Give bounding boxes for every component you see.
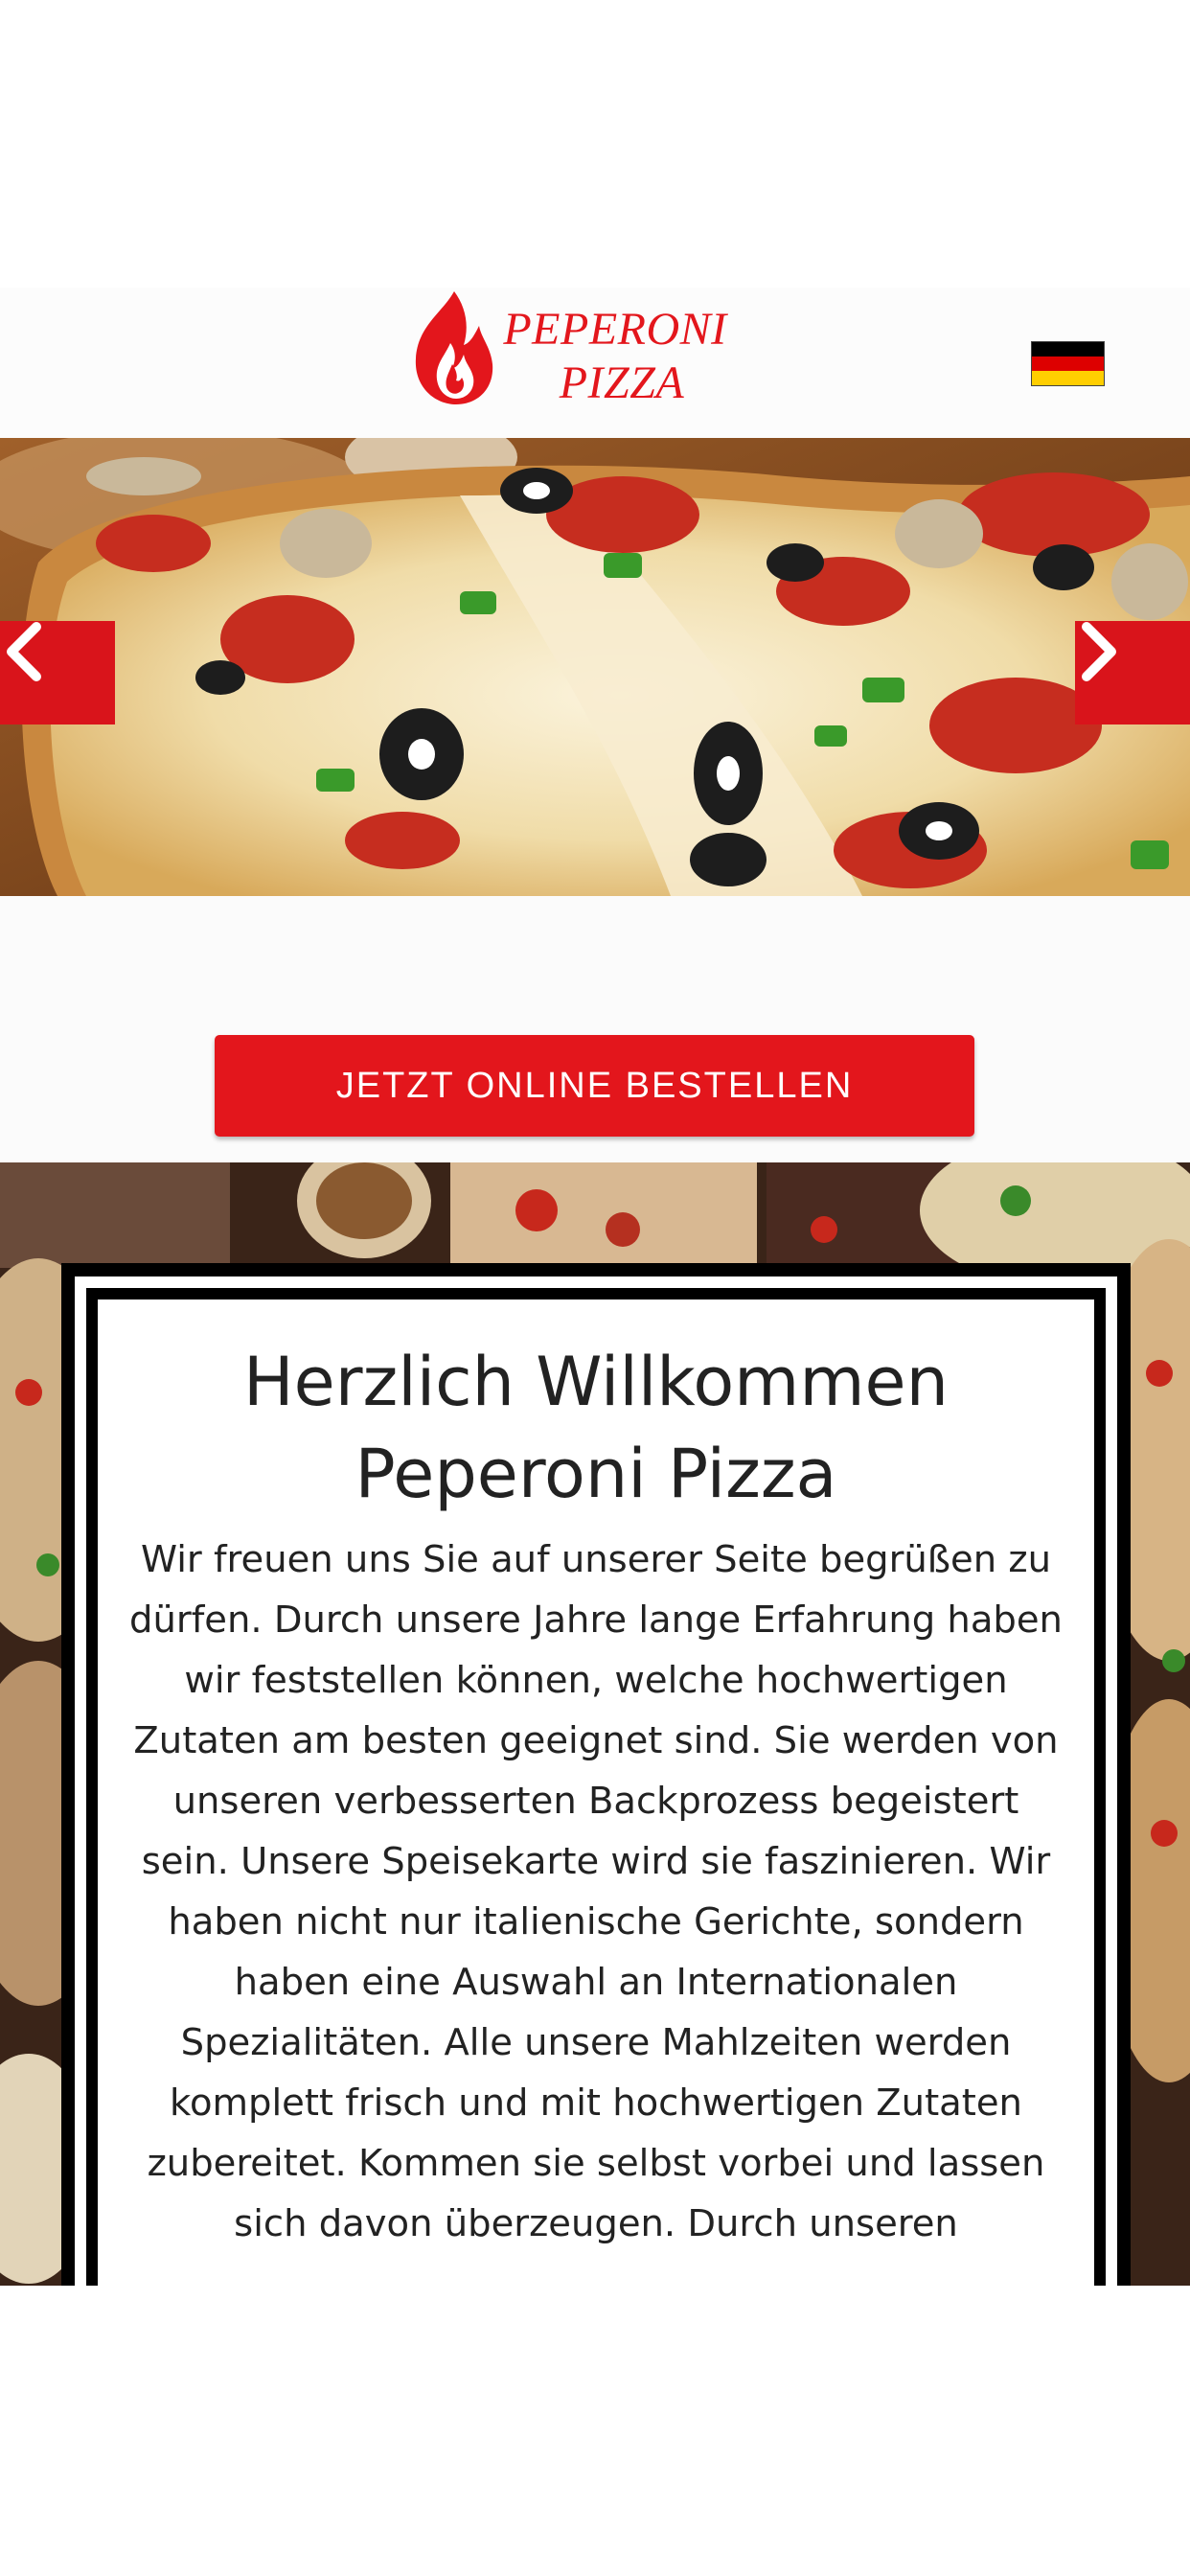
app-screen: PEPERONI PIZZA JETZT ONLINE BESTELLEN He… — [0, 0, 1190, 2576]
germany-flag-icon[interactable] — [1031, 341, 1105, 386]
brand-name: PEPERONI PIZZA — [491, 303, 740, 410]
welcome-title: Herzlich Willkommen Peperoni Pizza — [243, 1343, 949, 1513]
chevron-left-icon — [7, 622, 41, 681]
welcome-card-inner-frame: Herzlich Willkommen Peperoni Pizza Wir f… — [86, 1288, 1106, 2286]
top-blank-area — [0, 0, 1190, 288]
pizza-photo — [0, 438, 1190, 896]
order-section: JETZT ONLINE BESTELLEN — [0, 896, 1190, 1162]
brand-name-line1: PEPERONI — [503, 304, 727, 355]
brand-logo[interactable]: PEPERONI PIZZA — [402, 288, 728, 438]
welcome-text: Wir freuen uns Sie auf unserer Seite beg… — [129, 1538, 1063, 2245]
slider-prev-button[interactable] — [0, 621, 115, 724]
order-online-button[interactable]: JETZT ONLINE BESTELLEN — [215, 1035, 974, 1137]
slider-next-button[interactable] — [1075, 621, 1190, 724]
site-header: PEPERONI PIZZA — [0, 288, 1190, 438]
welcome-card-content: Herzlich Willkommen Peperoni Pizza Wir f… — [98, 1300, 1094, 2286]
welcome-card: Herzlich Willkommen Peperoni Pizza Wir f… — [61, 1263, 1131, 2286]
welcome-section: Herzlich Willkommen Peperoni Pizza Wir f… — [0, 1162, 1190, 2286]
hero-slider[interactable] — [0, 438, 1190, 896]
chevron-right-icon — [1082, 622, 1116, 681]
flame-icon — [415, 291, 493, 404]
bottom-blank-area — [0, 2286, 1190, 2576]
welcome-card-frame: Herzlich Willkommen Peperoni Pizza Wir f… — [75, 1276, 1117, 2286]
brand-name-line2: PIZZA — [559, 357, 685, 408]
